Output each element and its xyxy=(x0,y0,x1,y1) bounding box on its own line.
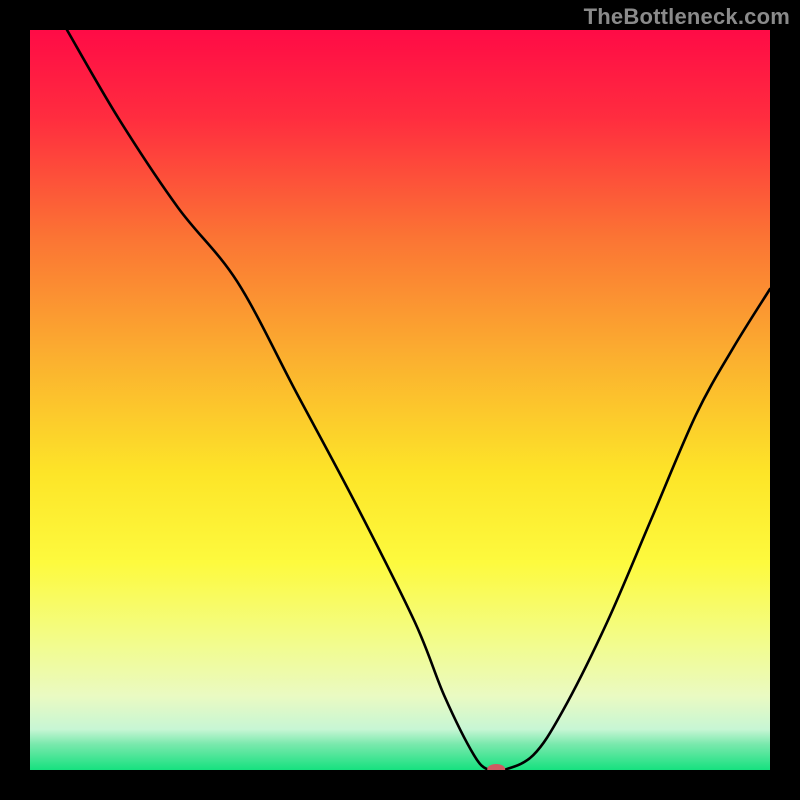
chart-svg xyxy=(30,30,770,770)
chart-plot-area xyxy=(30,30,770,770)
chart-container: TheBottleneck.com xyxy=(0,0,800,800)
gradient-background xyxy=(30,30,770,770)
watermark-text: TheBottleneck.com xyxy=(584,4,790,30)
